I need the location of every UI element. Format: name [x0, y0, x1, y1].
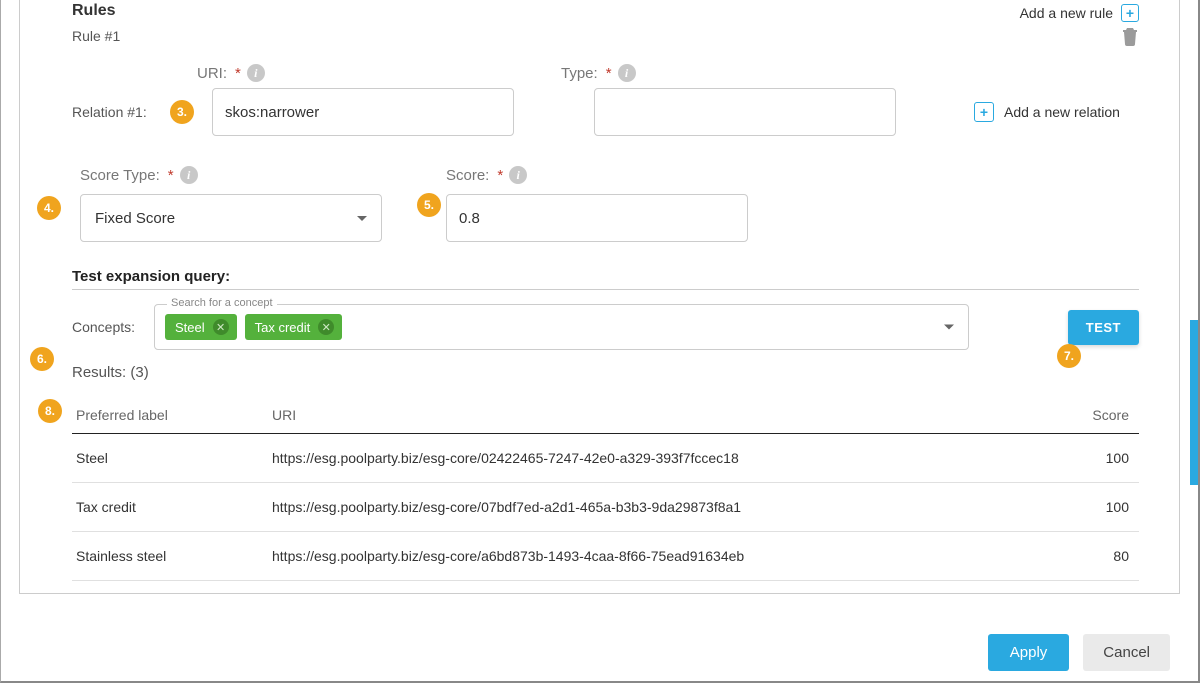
add-rule-label: Add a new rule [1020, 5, 1113, 21]
info-icon[interactable]: i [180, 166, 198, 184]
type-label: Type:* i [561, 64, 863, 82]
concepts-placeholder: Search for a concept [167, 297, 277, 309]
cell-uri: https://esg.poolparty.biz/esg-core/a6bd8… [272, 548, 1049, 564]
relation-type-input[interactable] [594, 88, 896, 136]
score-type-value: Fixed Score [95, 210, 175, 227]
step-callout-8: 8. [38, 399, 62, 423]
table-row: Tax credithttps://esg.poolparty.biz/esg-… [72, 483, 1139, 532]
table-row: Stainless steelhttps://esg.poolparty.biz… [72, 532, 1139, 581]
concept-chip[interactable]: Tax credit ✕ [245, 314, 343, 340]
cell-score: 80 [1049, 548, 1139, 564]
chip-remove-icon[interactable]: ✕ [213, 319, 229, 335]
score-type-label: Score Type:* i [80, 166, 382, 184]
test-section-title: Test expansion query: [72, 268, 1139, 285]
col-score: Score [1049, 407, 1139, 423]
cell-uri: https://esg.poolparty.biz/esg-core/02422… [272, 450, 1049, 466]
step-callout-4: 4. [37, 196, 61, 220]
relation-row-label: Relation #1: [72, 104, 152, 120]
chip-label: Steel [175, 320, 205, 335]
add-relation-label: Add a new relation [1004, 104, 1120, 120]
score-label: Score:* i [446, 166, 748, 184]
info-icon[interactable]: i [509, 166, 527, 184]
col-uri: URI [272, 407, 1049, 423]
scrollbar-accent[interactable] [1190, 320, 1198, 485]
chip-remove-icon[interactable]: ✕ [318, 319, 334, 335]
test-button[interactable]: TEST [1068, 310, 1139, 345]
cell-score: 100 [1049, 450, 1139, 466]
rule-caption: Rule #1 [72, 28, 120, 44]
add-rule-button[interactable]: Add a new rule + [1020, 4, 1139, 22]
table-row: Steelhttps://esg.poolparty.biz/esg-core/… [72, 434, 1139, 483]
concepts-input[interactable]: Search for a concept Steel✕Tax credit✕ [154, 304, 969, 350]
info-icon[interactable]: i [247, 64, 265, 82]
uri-label: URI:* i [197, 64, 499, 82]
step-callout-3: 3. [170, 100, 194, 124]
apply-button[interactable]: Apply [988, 634, 1070, 671]
cell-label: Stainless steel [72, 548, 272, 564]
cell-uri: https://esg.poolparty.biz/esg-core/07bdf… [272, 499, 1049, 515]
concept-chip[interactable]: Steel ✕ [165, 314, 237, 340]
cell-label: Tax credit [72, 499, 272, 515]
relation-uri-input[interactable] [212, 88, 514, 136]
add-relation-button[interactable]: + Add a new relation [974, 102, 1120, 122]
plus-icon: + [974, 102, 994, 122]
info-icon[interactable]: i [618, 64, 636, 82]
cell-score: 100 [1049, 499, 1139, 515]
score-type-select[interactable]: Fixed Score [80, 194, 382, 242]
score-input[interactable] [446, 194, 748, 242]
chevron-down-icon [357, 216, 367, 221]
rules-heading: Rules [72, 2, 116, 20]
col-preferred-label: Preferred label [72, 407, 272, 423]
cell-label: Steel [72, 450, 272, 466]
step-callout-6: 6. [30, 347, 54, 371]
results-title: Results: (3) [72, 364, 1139, 381]
chip-label: Tax credit [255, 320, 311, 335]
step-callout-7: 7. [1057, 344, 1081, 368]
cancel-button[interactable]: Cancel [1083, 634, 1170, 671]
chevron-down-icon [944, 325, 954, 330]
concepts-label: Concepts: [72, 319, 142, 335]
delete-rule-button[interactable] [1121, 26, 1139, 46]
plus-icon: + [1121, 4, 1139, 22]
results-table: Preferred label URI Score Steelhttps://e… [72, 395, 1139, 581]
